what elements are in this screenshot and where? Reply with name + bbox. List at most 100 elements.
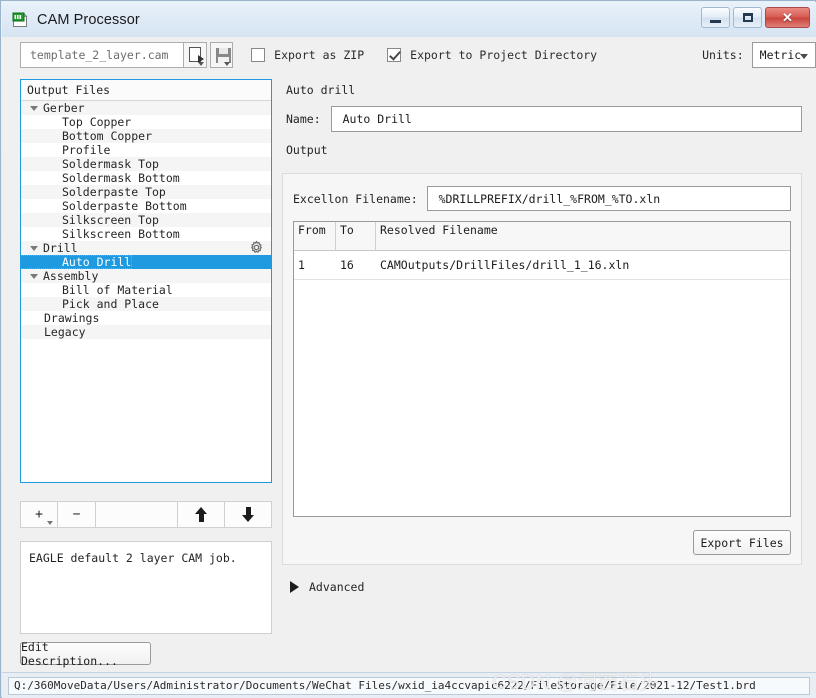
tree-item-top-copper[interactable]: Top Copper: [21, 115, 271, 129]
cell-resolved-filename: CAMOutputs/DrillFiles/drill_1_16.xln: [380, 258, 630, 272]
tree-item-label: Legacy: [44, 325, 86, 339]
tree-item-label: Gerber: [43, 101, 85, 115]
tree-item-label: Drill: [43, 241, 78, 255]
output-files-tree[interactable]: Gerber Top Copper Bottom Copper Profile Sold…: [21, 101, 271, 339]
chevron-down-icon: [224, 62, 231, 66]
export-as-zip-label: Export as ZIP: [274, 48, 365, 62]
top-toolbar: template_2_layer.cam Export as ZIP Expor…: [2, 37, 816, 73]
tree-item-legacy[interactable]: Legacy: [21, 325, 271, 339]
section-title-auto-drill: Auto drill: [286, 83, 356, 97]
tree-item-label: Bottom Copper: [62, 129, 153, 143]
tree-item-silkscreen-top[interactable]: Silkscreen Top: [21, 213, 271, 227]
move-up-button[interactable]: [178, 502, 225, 527]
column-header-to[interactable]: To: [336, 222, 376, 250]
cam-document-icon: [11, 11, 29, 29]
window-frame: CAM Processor ✕ template_2_layer.cam Exp…: [0, 0, 816, 698]
title-bar: CAM Processor ✕: [2, 2, 816, 37]
edit-description-button[interactable]: Edit Description...: [20, 640, 151, 668]
tree-toolbar: + −: [20, 501, 272, 528]
expander-triangle-icon[interactable]: [30, 105, 38, 111]
tree-item-soldermask-top[interactable]: Soldermask Top: [21, 157, 271, 171]
tree-item-bottom-copper[interactable]: Bottom Copper: [21, 129, 271, 143]
tree-item-label: Drawings: [44, 311, 100, 325]
table-body: 1 16 CAMOutputs/DrillFiles/drill_1_16.xln: [294, 251, 790, 280]
name-input[interactable]: Auto Drill: [330, 106, 802, 132]
chevron-right-icon: [290, 581, 299, 593]
close-icon: ✕: [782, 10, 793, 25]
section-title-output: Output: [286, 143, 328, 157]
add-output-button[interactable]: +: [21, 502, 58, 527]
arrow-up-icon: [194, 507, 208, 522]
output-files-tree-panel: Output Files Gerber Top Copper Bottom Copp…: [20, 79, 272, 483]
tree-item-assembly[interactable]: Assembly: [21, 269, 271, 283]
export-to-project-directory-label: Export to Project Directory: [410, 48, 598, 62]
expander-triangle-icon[interactable]: [30, 245, 38, 251]
tree-item-pick-and-place[interactable]: Pick and Place: [21, 297, 271, 311]
tree-item-label: Pick and Place: [62, 297, 159, 311]
move-down-button[interactable]: [225, 502, 271, 527]
checkbox-box: [251, 48, 266, 62]
tree-item-auto-drill[interactable]: Auto Drill: [21, 255, 271, 269]
remove-output-label: −: [72, 507, 81, 522]
client-area: template_2_layer.cam Export as ZIP Expor…: [2, 37, 816, 698]
units-label: Units:: [702, 48, 744, 62]
table-header-row: From To Resolved Filename: [294, 222, 790, 251]
advanced-label: Advanced: [309, 580, 365, 594]
remove-output-button[interactable]: −: [58, 502, 96, 527]
job-description-text[interactable]: EAGLE default 2 layer CAM job.: [20, 541, 272, 634]
tree-item-solderpaste-top[interactable]: Solderpaste Top: [21, 185, 271, 199]
tree-item-label: Bill of Material: [62, 283, 173, 297]
resolved-files-table: From To Resolved Filename 1 16 CAMOutputs/…: [293, 221, 791, 517]
tree-item-gerber[interactable]: Gerber: [21, 101, 271, 115]
column-header-from[interactable]: From: [294, 222, 336, 250]
open-cam-job-button[interactable]: [184, 42, 207, 68]
save-cam-job-button[interactable]: [209, 42, 234, 68]
tree-item-label: Solderpaste Bottom: [62, 199, 187, 213]
units-select[interactable]: Metric: [751, 42, 816, 68]
export-as-zip-checkbox[interactable]: Export as ZIP: [251, 48, 364, 62]
minimize-icon: [710, 19, 721, 23]
column-header-resolved-filename[interactable]: Resolved Filename: [376, 222, 790, 250]
window-controls: ✕: [701, 7, 810, 28]
maximize-button[interactable]: [733, 7, 762, 28]
table-row[interactable]: 1 16 CAMOutputs/DrillFiles/drill_1_16.xln: [294, 251, 790, 280]
units-value: Metric: [759, 48, 802, 62]
excellon-filename-label: Excellon Filename:: [293, 191, 418, 206]
status-bar: Q:/360MoveData/Users/Administrator/Docum…: [2, 672, 816, 698]
tree-item-label: Soldermask Top: [62, 157, 159, 171]
tree-item-label: Solderpaste Top: [62, 185, 166, 199]
chevron-down-icon: [197, 62, 204, 66]
tree-item-profile[interactable]: Profile: [21, 143, 271, 157]
expander-triangle-icon[interactable]: [30, 273, 38, 279]
minimize-button[interactable]: [701, 7, 730, 28]
chevron-down-icon: [799, 54, 808, 59]
chevron-down-icon: [47, 521, 53, 525]
excellon-filename-input[interactable]: %DRILLPREFIX/drill_%FROM_%TO.xln: [426, 186, 791, 211]
tree-toolbar-spacer: [96, 502, 178, 527]
tree-item-drawings[interactable]: Drawings: [21, 311, 271, 325]
cam-processor-window: CAM Processor ✕ template_2_layer.cam Exp…: [0, 0, 816, 698]
tree-item-label: Assembly: [43, 269, 99, 283]
maximize-icon: [742, 13, 753, 22]
output-details-panel: Auto drill Name: Auto Drill Output Excel…: [282, 79, 802, 657]
export-files-button[interactable]: Export Files: [693, 530, 791, 555]
output-files-header: Output Files: [21, 80, 271, 101]
tree-item-label: Top Copper: [62, 115, 132, 129]
gear-icon[interactable]: [249, 240, 264, 255]
tree-item-label: Auto Drill: [21, 255, 133, 269]
tree-item-silkscreen-bottom[interactable]: Silkscreen Bottom: [21, 227, 271, 241]
export-to-project-directory-checkbox[interactable]: Export to Project Directory: [387, 48, 597, 62]
window-title: CAM Processor: [37, 11, 140, 28]
advanced-disclosure[interactable]: Advanced: [282, 575, 802, 599]
cam-file-input[interactable]: template_2_layer.cam: [20, 42, 185, 68]
tree-item-label: Silkscreen Bottom: [62, 227, 180, 241]
tree-item-soldermask-bottom[interactable]: Soldermask Bottom: [21, 171, 271, 185]
tree-item-label: Silkscreen Top: [62, 213, 159, 227]
add-output-label: +: [35, 507, 43, 522]
tree-item-drill[interactable]: Drill: [21, 240, 271, 255]
close-button[interactable]: ✕: [765, 7, 810, 28]
output-group: Excellon Filename: %DRILLPREFIX/drill_%F…: [282, 173, 802, 565]
tree-item-solderpaste-bottom[interactable]: Solderpaste Bottom: [21, 199, 271, 213]
tree-item-bill-of-material[interactable]: Bill of Material: [21, 283, 271, 297]
tree-item-label: Soldermask Bottom: [62, 171, 180, 185]
